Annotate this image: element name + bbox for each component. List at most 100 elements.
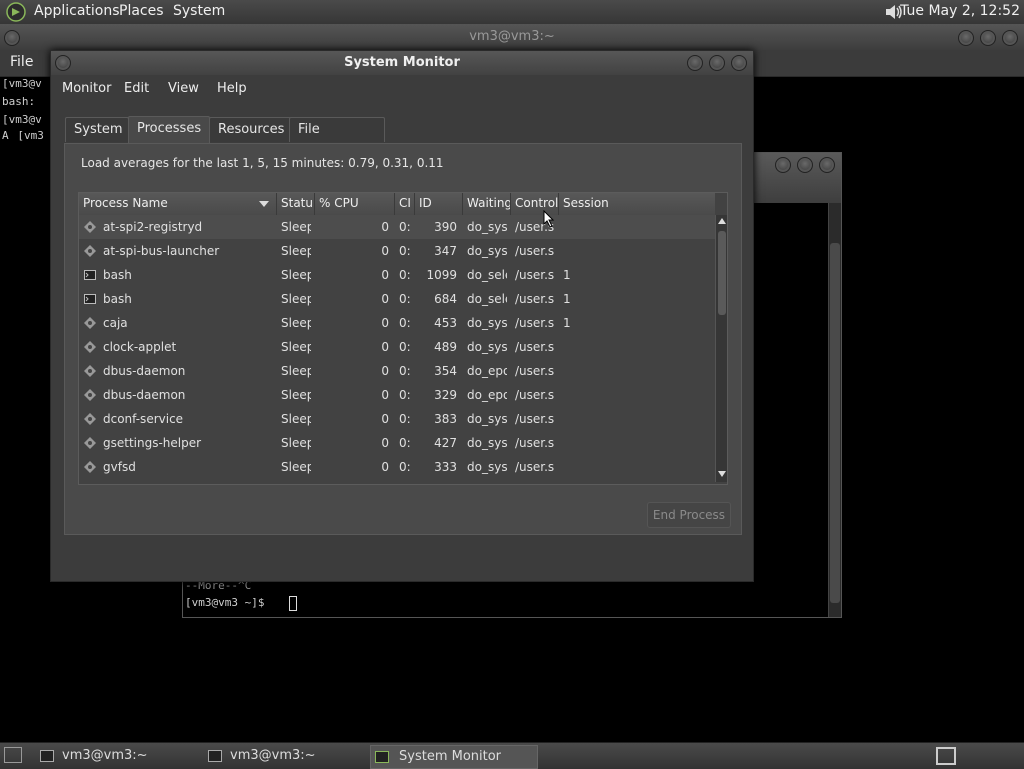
scrollbar-thumb[interactable] [718, 231, 726, 315]
workspace-switcher-icon[interactable] [936, 747, 956, 765]
table-row[interactable]: dbus-daemon Sleep 0 0: 354 do_epo/user.s [79, 359, 715, 383]
cell-status: Sleep [281, 364, 311, 378]
terminal-scrollbar[interactable] [828, 203, 841, 617]
column-session[interactable]: Session [559, 193, 715, 215]
cell-id: 354 [434, 364, 457, 378]
window-title: vm3@vm3:~ [469, 29, 555, 44]
terminal-line: [vm3@v [2, 113, 42, 126]
terminal-prompt: [vm3@vm3 ~]$ [185, 596, 272, 609]
cell-session: 1 [563, 268, 571, 282]
cell-cpu-time: 0: [399, 268, 411, 282]
background-terminal-titlebar[interactable]: vm3@vm3:~ [0, 24, 1024, 50]
cell-waiting: do_sys [467, 220, 507, 234]
table-row[interactable]: dconf-service Sleep 0 0: 383 do_sys/user.s [79, 407, 715, 431]
help-menu[interactable]: Help [217, 81, 247, 96]
end-process-button[interactable]: End Process [647, 502, 731, 528]
terminal-icon [208, 750, 222, 762]
applications-menu[interactable]: Applications [34, 3, 120, 19]
cell-name: gvfsd [103, 460, 136, 474]
window-title: System Monitor [344, 55, 460, 70]
process-table-scrollbar[interactable] [715, 215, 727, 482]
tab-system[interactable]: System [65, 117, 129, 142]
gear-icon [84, 317, 96, 329]
cell-control: /user.s [515, 340, 555, 354]
cell-waiting: do_sys [467, 412, 507, 426]
window-menu-button[interactable] [55, 55, 71, 71]
minimize-button[interactable] [687, 55, 703, 71]
terminal-line: [vm3@v [2, 77, 42, 90]
scrollbar-thumb[interactable] [830, 243, 840, 603]
tab-file-systems[interactable]: File Systems [289, 117, 385, 161]
places-menu[interactable]: Places [119, 3, 164, 19]
taskbar-item-terminal-1[interactable]: vm3@vm3:~ [36, 745, 196, 767]
cell-cpu-time: 0: [399, 436, 411, 450]
cell-status: Sleep [281, 220, 311, 234]
tab-processes[interactable]: Processes [128, 116, 210, 143]
cell-status: Sleep [281, 268, 311, 282]
cell-name: gsettings-helper [103, 436, 202, 450]
column-cpu-time[interactable]: CI [395, 193, 415, 215]
table-row[interactable]: dbus-daemon Sleep 0 0: 329 do_epo/user.s [79, 383, 715, 407]
clock[interactable]: Tue May 2, 12:52 [900, 3, 1020, 19]
taskbar-item-terminal-2[interactable]: vm3@vm3:~ [204, 745, 364, 767]
cell-session [563, 215, 603, 239]
system-menu[interactable]: System [173, 3, 225, 19]
column-cpu[interactable]: % CPU [315, 193, 395, 215]
cell-waiting: do_sele [467, 292, 507, 306]
close-button[interactable] [731, 55, 747, 71]
tab-resources[interactable]: Resources [209, 117, 291, 142]
table-row[interactable]: bash Sleep 0 0: 684 do_sele/user.s 1 [79, 287, 715, 311]
cell-control: /user.s [515, 316, 555, 330]
close-button[interactable] [819, 157, 835, 173]
cell-cpu: 0 [381, 388, 389, 402]
view-menu[interactable]: View [168, 81, 199, 96]
cell-id: 347 [434, 244, 457, 258]
cell-name: dbus-daemon [103, 388, 186, 402]
table-row[interactable]: gsettings-helper Sleep 0 0: 427 do_sys/user.s [79, 431, 715, 455]
column-status[interactable]: Statu [277, 193, 315, 215]
cell-session [563, 431, 603, 455]
show-desktop-icon[interactable] [4, 747, 22, 763]
cell-session [563, 359, 603, 383]
cell-waiting: do_epo [467, 364, 507, 378]
window-menu-button[interactable] [4, 30, 20, 46]
table-row[interactable]: caja Sleep 0 0: 453 do_sys/user.s 1 [79, 311, 715, 335]
table-row[interactable]: at-spi2-registrydSleep00:390do_sys/user.… [79, 215, 715, 239]
cell-control: /user.s [515, 364, 555, 378]
maximize-button[interactable] [709, 55, 725, 71]
scroll-up-icon[interactable] [718, 218, 726, 224]
system-monitor-window: System Monitor Monitor Edit View Help Sy… [50, 50, 754, 582]
terminal-icon [40, 750, 54, 762]
taskbar-item-system-monitor[interactable]: System Monitor [370, 745, 538, 769]
maximize-button[interactable] [797, 157, 813, 173]
close-button[interactable] [1002, 30, 1018, 46]
cell-cpu: 0 [381, 220, 389, 234]
monitor-menu[interactable]: Monitor [62, 81, 111, 96]
cell-name: dconf-service [103, 412, 184, 426]
gear-icon [84, 437, 96, 449]
taskbar-item-label: vm3@vm3:~ [62, 748, 148, 763]
column-process-name[interactable]: Process Name [79, 193, 277, 215]
edit-menu[interactable]: Edit [124, 81, 149, 96]
bottom-panel: vm3@vm3:~ vm3@vm3:~ System Monitor [0, 742, 1024, 769]
table-row[interactable]: at-spi-bus-launcher Sleep 0 0: 347 do_sys/use… [79, 239, 715, 263]
table-row[interactable]: gvfsd Sleep 0 0: 333 do_sys/user.s [79, 455, 715, 479]
cell-cpu: 0 [381, 268, 389, 282]
file-menu[interactable]: File [10, 54, 33, 70]
table-row[interactable]: bash Sleep 0 0: 1099 do_sele/user.s 1 [79, 263, 715, 287]
distro-logo-icon[interactable] [6, 2, 26, 22]
system-monitor-titlebar[interactable]: System Monitor [51, 51, 753, 75]
cell-cpu: 0 [381, 340, 389, 354]
terminal-icon [84, 270, 96, 280]
column-waiting[interactable]: Waiting [463, 193, 511, 215]
cell-session [563, 383, 603, 407]
maximize-button[interactable] [980, 30, 996, 46]
minimize-button[interactable] [958, 30, 974, 46]
scroll-down-icon[interactable] [718, 471, 726, 477]
cell-cpu: 0 [381, 460, 389, 474]
table-row[interactable]: clock-applet Sleep 0 0: 489 do_sys/user.s [79, 335, 715, 359]
processes-panel: Load averages for the last 1, 5, 15 minu… [64, 143, 742, 535]
system-monitor-icon [375, 751, 389, 763]
minimize-button[interactable] [775, 157, 791, 173]
column-id[interactable]: ID [415, 193, 463, 215]
